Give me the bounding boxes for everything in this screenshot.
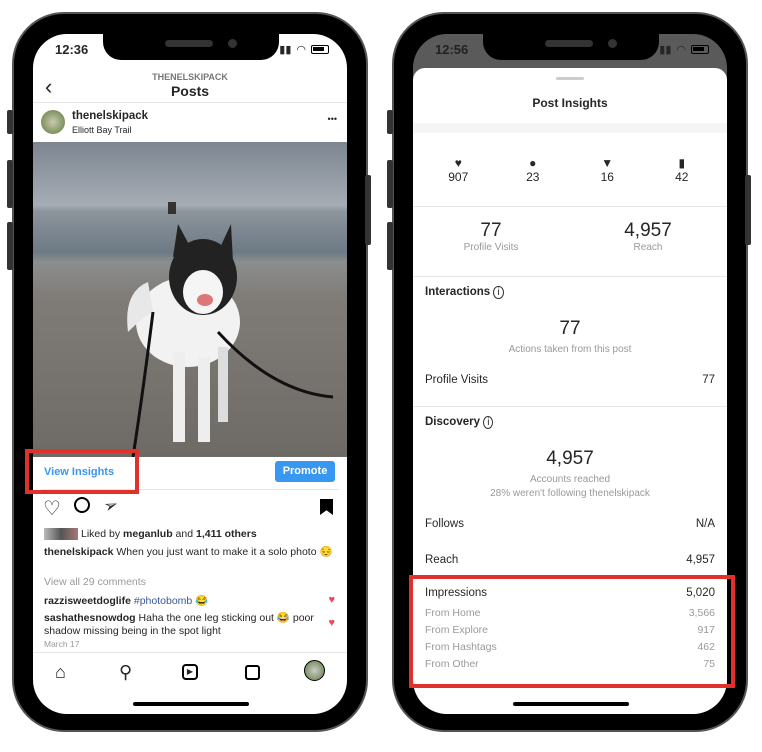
- post-username[interactable]: thenelskipack: [72, 110, 148, 122]
- like-icon[interactable]: ♡: [43, 496, 61, 521]
- impressions-highlight: [409, 575, 735, 688]
- view-comments-link[interactable]: View all 29 comments: [44, 576, 146, 588]
- caption: thenelskipack When you just want to make…: [44, 546, 333, 558]
- likes-count: 907: [448, 170, 469, 184]
- comment-1: razzisweetdoglife #photobomb 😂: [44, 595, 209, 607]
- discovery-subcaption: 28% weren't following thenelskipack: [490, 488, 650, 499]
- info-icon[interactable]: i: [493, 286, 504, 299]
- interactions-caption: Actions taken from this post: [508, 344, 632, 355]
- home-indicator: [133, 702, 249, 706]
- home-indicator: [513, 702, 629, 706]
- comments-count: 23: [526, 170, 540, 184]
- comment-icon[interactable]: [74, 497, 90, 513]
- reach-row: Reach 4,957: [425, 554, 715, 566]
- status-icons: ▮▮ ◠: [659, 43, 709, 56]
- page-title: Posts: [170, 83, 210, 99]
- reach-summary: 4,957 Reach: [624, 220, 672, 253]
- post-location[interactable]: Elliott Bay Trail: [72, 125, 132, 135]
- profile-tab-avatar[interactable]: [304, 660, 325, 681]
- post-screen: 12:36 ▮▮ ◠ ‹ THENELSKIPACK Posts thenelsk…: [33, 34, 347, 714]
- shop-icon[interactable]: [245, 665, 260, 680]
- notch: [103, 34, 279, 60]
- share-icon[interactable]: ➢: [101, 494, 121, 518]
- profile-visits-summary: 77 Profile Visits: [463, 220, 519, 253]
- discovery-heading: Discovery i: [425, 416, 494, 429]
- comment-2: sashathesnowdog Haha the one leg stickin…: [44, 612, 314, 637]
- liker-avatars: [44, 528, 78, 540]
- status-time: 12:56: [435, 42, 469, 57]
- status-icons: ▮▮ ◠: [279, 43, 329, 56]
- avatar[interactable]: [41, 110, 65, 134]
- more-options-icon[interactable]: •••: [328, 114, 337, 124]
- info-icon[interactable]: i: [483, 416, 494, 429]
- share-icon: ▼: [601, 156, 614, 170]
- likes-text[interactable]: Liked by meganlub and 1,411 others: [81, 528, 257, 540]
- battery-icon: [311, 45, 329, 54]
- home-icon[interactable]: ⌂: [55, 662, 66, 683]
- bookmark-icon: ▮: [678, 156, 686, 170]
- discovery-caption: Accounts reached: [529, 474, 611, 485]
- status-time: 12:36: [55, 42, 89, 57]
- bookmark-icon[interactable]: [320, 499, 333, 515]
- post-date: March 17: [44, 639, 80, 649]
- sheet-title: Post Insights: [532, 96, 608, 110]
- view-insights-highlight: [25, 449, 139, 494]
- comment-icon: ●: [529, 156, 537, 170]
- heart-icon: ♥: [454, 156, 462, 170]
- reels-icon[interactable]: ▶: [182, 664, 198, 680]
- interactions-heading: Interactions i: [425, 286, 504, 299]
- engagement-stats: ♥ 907 ● 23 ▼ 16 ▮ 42: [413, 156, 727, 184]
- search-icon[interactable]: ⚲: [119, 662, 132, 683]
- promote-button[interactable]: Promote: [275, 461, 335, 482]
- follows-row: Follows N/A: [425, 518, 715, 530]
- notch: [483, 34, 659, 60]
- sheet-handle[interactable]: [556, 77, 584, 80]
- comment-like-icon[interactable]: ♥: [328, 617, 335, 629]
- profile-visits-row: Profile Visits 77: [425, 374, 715, 386]
- husky-dog-image: [127, 202, 334, 458]
- wifi-icon: ◠: [296, 44, 306, 56]
- shares-count: 16: [600, 170, 614, 184]
- interactions-value: 77: [559, 318, 581, 339]
- discovery-value: 4,957: [546, 448, 594, 469]
- header-username: THENELSKIPACK: [152, 72, 228, 82]
- post-photo[interactable]: [33, 142, 347, 458]
- saves-count: 42: [675, 170, 689, 184]
- left-phone: 12:36 ▮▮ ◠ ‹ THENELSKIPACK Posts thenelsk…: [12, 12, 368, 732]
- comment-like-icon[interactable]: ♥: [328, 594, 335, 606]
